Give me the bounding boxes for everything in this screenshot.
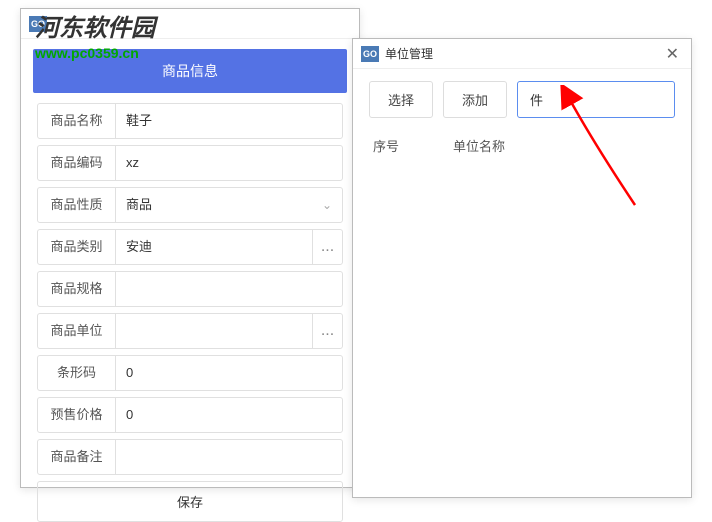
label: 预售价格 (38, 398, 116, 432)
watermark: 河东软件园 www.pc0359.cn (35, 8, 155, 61)
value[interactable]: 鞋子 (116, 104, 342, 138)
select-button[interactable]: 选择 (369, 81, 433, 118)
label: 商品名称 (38, 104, 116, 138)
more-button[interactable]: ... (312, 314, 342, 348)
value[interactable]: 0 (116, 398, 342, 432)
add-button[interactable]: 添加 (443, 81, 507, 118)
field-category[interactable]: 商品类别 安迪 ... (37, 229, 343, 265)
label: 商品编码 (38, 146, 116, 180)
value[interactable]: xz (116, 146, 342, 180)
field-nature[interactable]: 商品性质 商品 ⌄ (37, 187, 343, 223)
watermark-text: 河东软件园 (35, 15, 155, 42)
list-header: 序号 单位名称 (369, 136, 675, 155)
field-remark[interactable]: 商品备注 (37, 439, 343, 475)
value[interactable]: 0 (116, 356, 342, 390)
value[interactable]: 安迪 (116, 230, 312, 264)
value[interactable]: 商品 (116, 188, 312, 222)
label: 商品规格 (38, 272, 116, 306)
window-title: 单位管理 (385, 45, 662, 62)
titlebar: GO 单位管理 ✕ (353, 39, 691, 69)
col-seq: 序号 (373, 136, 453, 155)
app-icon: GO (361, 46, 379, 62)
close-icon[interactable]: ✕ (662, 44, 683, 64)
field-code[interactable]: 商品编码 xz (37, 145, 343, 181)
label: 条形码 (38, 356, 116, 390)
label: 商品备注 (38, 440, 116, 474)
label: 商品单位 (38, 314, 116, 348)
field-barcode[interactable]: 条形码 0 (37, 355, 343, 391)
chevron-down-icon[interactable]: ⌄ (312, 198, 342, 212)
field-name[interactable]: 商品名称 鞋子 (37, 103, 343, 139)
unit-management-window: GO 单位管理 ✕ 选择 添加 件 序号 单位名称 (352, 38, 692, 498)
field-unit[interactable]: 商品单位 ... (37, 313, 343, 349)
col-name: 单位名称 (453, 136, 671, 155)
more-button[interactable]: ... (312, 230, 342, 264)
field-price[interactable]: 预售价格 0 (37, 397, 343, 433)
unit-name-input[interactable]: 件 (517, 81, 675, 118)
label: 商品类别 (38, 230, 116, 264)
label: 商品性质 (38, 188, 116, 222)
save-button[interactable]: 保存 (37, 481, 343, 522)
product-info-window: GO 商品信息 商品名称 鞋子 商品编码 xz 商品性质 商品 ⌄ 商品类别 安… (20, 8, 360, 488)
watermark-url: www.pc0359.cn (35, 45, 155, 61)
field-spec[interactable]: 商品规格 (37, 271, 343, 307)
